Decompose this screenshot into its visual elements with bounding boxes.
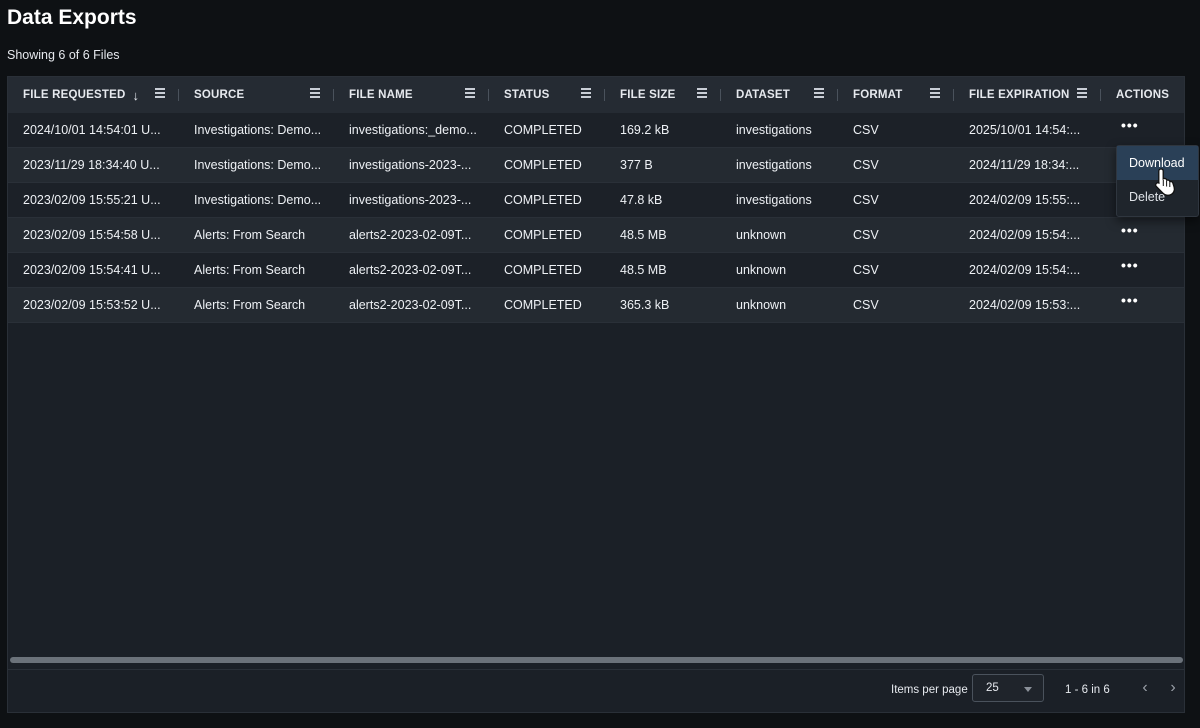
status-cell: COMPLETED: [504, 298, 582, 312]
column-label: FILE REQUESTED: [23, 89, 126, 101]
source-cell: Investigations: Demo...: [194, 158, 322, 172]
column-header-dataset[interactable]: DATASET: [721, 77, 838, 113]
hand-pointer-cursor-icon: [1155, 168, 1176, 196]
file-size-cell: 377 B: [620, 158, 653, 172]
items-per-page-select[interactable]: 25: [972, 674, 1044, 702]
format-cell: CSV: [853, 193, 879, 207]
column-menu-icon[interactable]: [465, 88, 475, 98]
format-cell: CSV: [853, 298, 879, 312]
source-cell: Alerts: From Search: [194, 263, 306, 277]
column-header-file-expiration[interactable]: FILE EXPIRATION: [954, 77, 1101, 113]
source-cell: Alerts: From Search: [194, 298, 306, 312]
status-cell: COMPLETED: [504, 228, 582, 242]
column-menu-icon[interactable]: [310, 88, 320, 98]
dataset-cell: unknown: [736, 263, 787, 277]
format-cell: CSV: [853, 158, 879, 172]
column-header-file-name[interactable]: FILE NAME: [334, 77, 489, 113]
file-expiration-cell: 2024/02/09 15:55:...: [969, 193, 1081, 207]
pagination-range: 1 - 6 in 6: [1065, 684, 1110, 696]
column-label: FORMAT: [853, 89, 903, 101]
file-requested-cell: 2023/11/29 18:34:40 U...: [23, 158, 160, 172]
column-label: STATUS: [504, 89, 550, 101]
dataset-cell: investigations: [736, 193, 812, 207]
dataset-cell: unknown: [736, 298, 787, 312]
file-name-cell: alerts2-2023-02-09T...: [349, 228, 472, 242]
table-row[interactable]: 2024/10/01 14:54:01 U... Investigations:…: [8, 113, 1184, 148]
source-cell: Investigations: Demo...: [194, 193, 322, 207]
more-actions-icon[interactable]: •••: [1121, 293, 1141, 307]
file-expiration-cell: 2024/02/09 15:54:...: [969, 263, 1081, 277]
column-header-status[interactable]: STATUS: [489, 77, 605, 113]
file-count: Showing 6 of 6 Files: [7, 48, 120, 62]
more-actions-icon[interactable]: •••: [1121, 223, 1141, 237]
source-cell: Investigations: Demo...: [194, 123, 322, 137]
table-header: FILE REQUESTED ↓ SOURCE FILE NAME STATUS…: [8, 77, 1184, 114]
column-header-source[interactable]: SOURCE: [179, 77, 334, 113]
dataset-cell: investigations: [736, 123, 812, 137]
items-per-page-label: Items per page: [891, 684, 968, 696]
source-cell: Alerts: From Search: [194, 228, 306, 242]
column-menu-icon[interactable]: [155, 88, 165, 98]
exports-table: FILE REQUESTED ↓ SOURCE FILE NAME STATUS…: [7, 76, 1185, 713]
column-menu-icon[interactable]: [1077, 88, 1087, 98]
file-requested-cell: 2023/02/09 15:55:21 U...: [23, 193, 161, 207]
file-name-cell: alerts2-2023-02-09T...: [349, 263, 472, 277]
file-size-cell: 47.8 kB: [620, 193, 663, 207]
file-requested-cell: 2023/02/09 15:53:52 U...: [23, 298, 161, 312]
items-per-page-value: 25: [986, 682, 999, 694]
table-row[interactable]: 2023/02/09 15:53:52 U... Alerts: From Se…: [8, 288, 1184, 323]
table-row[interactable]: 2023/02/09 15:54:58 U... Alerts: From Se…: [8, 218, 1184, 253]
dataset-cell: investigations: [736, 158, 812, 172]
format-cell: CSV: [853, 123, 879, 137]
column-menu-icon[interactable]: [581, 88, 591, 98]
column-label: ACTIONS: [1116, 89, 1170, 101]
column-header-format[interactable]: FORMAT: [838, 77, 954, 113]
file-expiration-cell: 2024/02/09 15:54:...: [969, 228, 1081, 242]
status-cell: COMPLETED: [504, 263, 582, 277]
status-cell: COMPLETED: [504, 158, 582, 172]
column-menu-icon[interactable]: [814, 88, 824, 98]
file-name-cell: investigations-2023-...: [349, 158, 472, 172]
dataset-cell: unknown: [736, 228, 787, 242]
chevron-down-icon: [1024, 687, 1032, 692]
column-header-file-requested[interactable]: FILE REQUESTED ↓: [8, 77, 179, 113]
file-size-cell: 365.3 kB: [620, 298, 670, 312]
table-row[interactable]: 2023/02/09 15:54:41 U... Alerts: From Se…: [8, 253, 1184, 288]
file-expiration-cell: 2024/11/29 18:34:...: [969, 158, 1080, 172]
file-size-cell: 169.2 kB: [620, 123, 670, 137]
file-requested-cell: 2023/02/09 15:54:58 U...: [23, 228, 161, 242]
column-header-file-size[interactable]: FILE SIZE: [605, 77, 721, 113]
file-expiration-cell: 2025/10/01 14:54:...: [969, 123, 1081, 137]
column-label: FILE SIZE: [620, 89, 676, 101]
format-cell: CSV: [853, 228, 879, 242]
file-requested-cell: 2024/10/01 14:54:01 U...: [23, 123, 161, 137]
column-menu-icon[interactable]: [930, 88, 940, 98]
file-size-cell: 48.5 MB: [620, 228, 667, 242]
horizontal-scrollbar[interactable]: [10, 657, 1183, 663]
column-label: FILE EXPIRATION: [969, 89, 1070, 101]
status-cell: COMPLETED: [504, 123, 582, 137]
page-title: Data Exports: [7, 6, 137, 29]
table-row[interactable]: 2023/02/09 15:55:21 U... Investigations:…: [8, 183, 1184, 218]
pagination-bar: Items per page 25 1 - 6 in 6 ‹ ›: [8, 669, 1184, 712]
more-actions-icon[interactable]: •••: [1121, 118, 1141, 132]
status-cell: COMPLETED: [504, 193, 582, 207]
file-name-cell: investigations:_demo...: [349, 123, 477, 137]
column-label: FILE NAME: [349, 89, 413, 101]
file-name-cell: alerts2-2023-02-09T...: [349, 298, 472, 312]
more-actions-icon[interactable]: •••: [1121, 258, 1141, 272]
sort-descending-icon[interactable]: ↓: [132, 88, 139, 103]
column-menu-icon[interactable]: [697, 88, 707, 98]
column-header-actions: ACTIONS: [1101, 77, 1184, 113]
table-row[interactable]: 2023/11/29 18:34:40 U... Investigations:…: [8, 148, 1184, 183]
file-name-cell: investigations-2023-...: [349, 193, 472, 207]
previous-page-icon[interactable]: ‹: [1136, 679, 1154, 697]
format-cell: CSV: [853, 263, 879, 277]
column-label: SOURCE: [194, 89, 245, 101]
file-expiration-cell: 2024/02/09 15:53:...: [969, 298, 1081, 312]
next-page-icon[interactable]: ›: [1164, 679, 1182, 697]
file-requested-cell: 2023/02/09 15:54:41 U...: [23, 263, 161, 277]
column-label: DATASET: [736, 89, 790, 101]
file-size-cell: 48.5 MB: [620, 263, 667, 277]
